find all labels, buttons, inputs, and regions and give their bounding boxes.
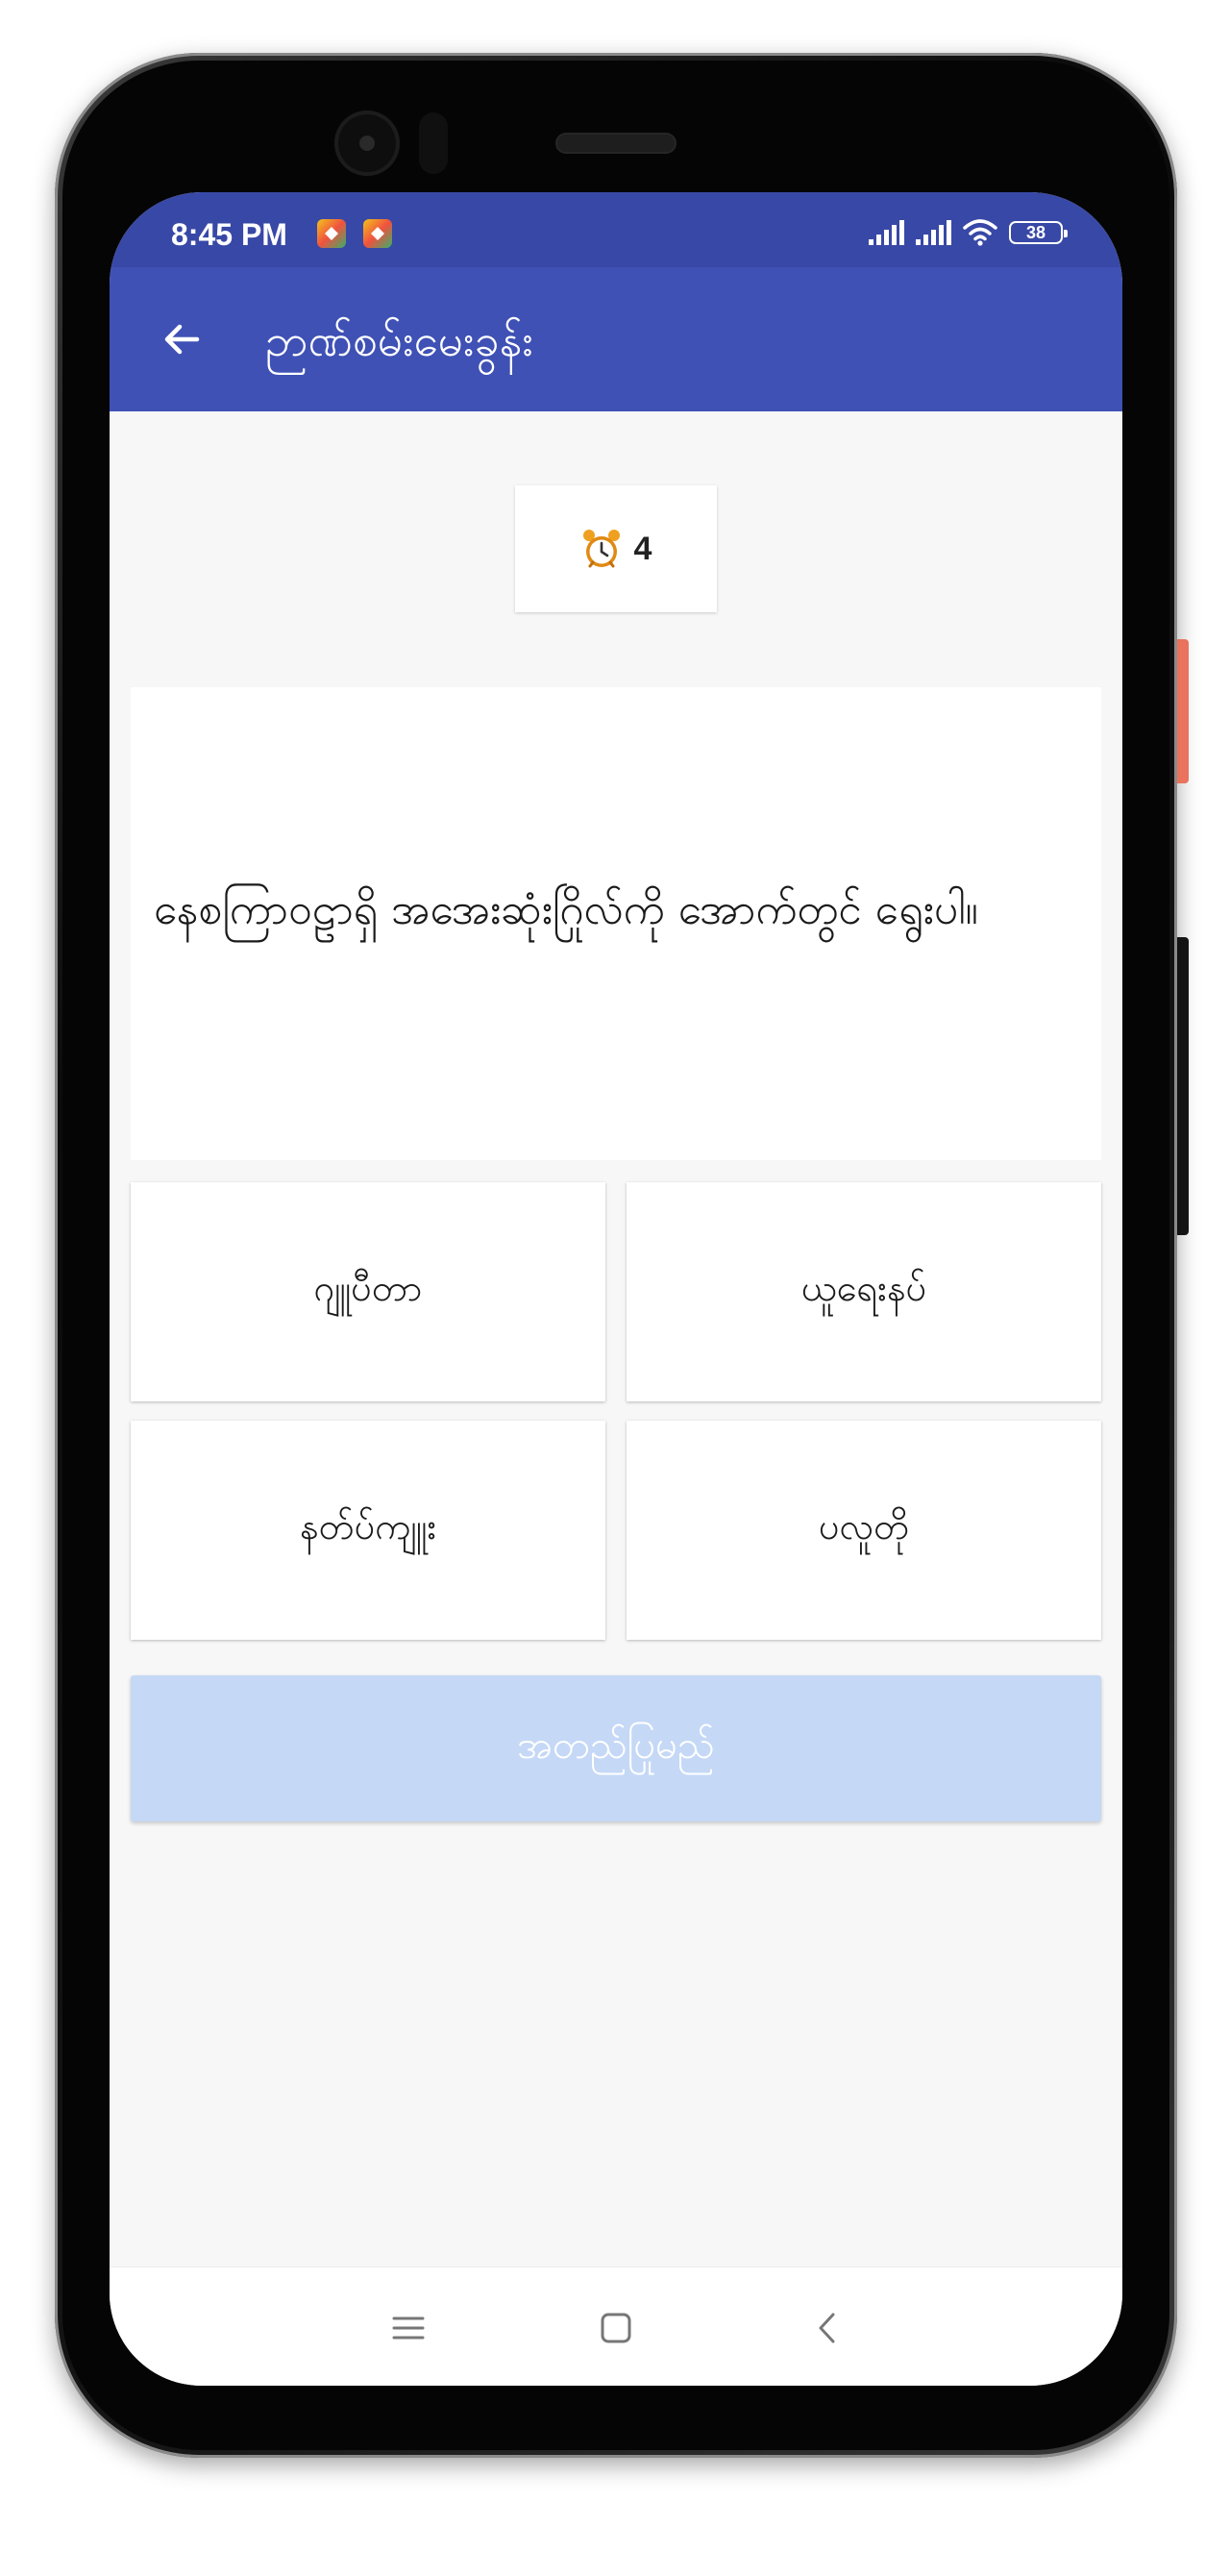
front-camera xyxy=(334,111,400,176)
earpiece-speaker xyxy=(557,135,675,152)
home-button[interactable] xyxy=(582,2294,650,2362)
notification-app-icon xyxy=(363,219,392,248)
volume-button xyxy=(1177,937,1189,1235)
camera-lens xyxy=(359,136,375,151)
back-button[interactable] xyxy=(148,306,215,373)
question-card: နေစကြာဝဠာရှိ အအေးဆုံးဂြိုလ်ကို အောက်တွင်… xyxy=(131,687,1101,1160)
system-nav-bar xyxy=(110,2266,1122,2386)
signal-icon xyxy=(916,220,951,245)
answer-option-4[interactable]: ပလူတို xyxy=(627,1421,1101,1640)
notification-app-icon xyxy=(317,219,346,248)
battery-level: 38 xyxy=(1025,222,1046,242)
wifi-icon xyxy=(963,219,997,246)
page-title: ဉာဏ်စမ်းမေးခွန်း xyxy=(265,314,533,366)
power-button xyxy=(1177,639,1189,783)
app-bar: ဉာဏ်စမ်းမေးခွန်း xyxy=(110,267,1122,411)
recent-apps-button[interactable] xyxy=(375,2294,442,2362)
question-text: နေစကြာဝဠာရှိ အအေးဆုံးဂြိုလ်ကို အောက်တွင်… xyxy=(154,885,978,934)
answer-option-3[interactable]: နတ်ပ်ကျူး xyxy=(131,1421,605,1640)
phone-screen: 8:45 PM 38 ဉာဏ်စမ်းမေးခွန်း 4 နေစကြာဝဠာရ… xyxy=(110,192,1122,2386)
nav-back-button[interactable] xyxy=(794,2294,861,2362)
status-icons: 38 xyxy=(869,215,1068,250)
answer-option-2[interactable]: ယူရေးနပ် xyxy=(627,1182,1101,1401)
proximity-sensor xyxy=(419,112,448,174)
status-bar: 8:45 PM 38 xyxy=(110,192,1122,267)
battery-icon: 38 xyxy=(1009,221,1068,244)
back-chevron-icon xyxy=(819,2313,835,2343)
home-square-icon xyxy=(601,2313,631,2343)
menu-icon xyxy=(392,2316,425,2340)
timer-value: 4 xyxy=(633,530,652,567)
status-time: 8:45 PM xyxy=(171,217,287,252)
submit-button[interactable]: အတည်ပြုမည် xyxy=(131,1675,1101,1821)
signal-icon xyxy=(869,220,904,245)
alarm-clock-icon xyxy=(582,530,620,568)
arrow-left-icon xyxy=(164,324,200,355)
answer-option-1[interactable]: ဂျူပီတာ xyxy=(131,1182,605,1401)
countdown-timer: 4 xyxy=(515,485,717,612)
